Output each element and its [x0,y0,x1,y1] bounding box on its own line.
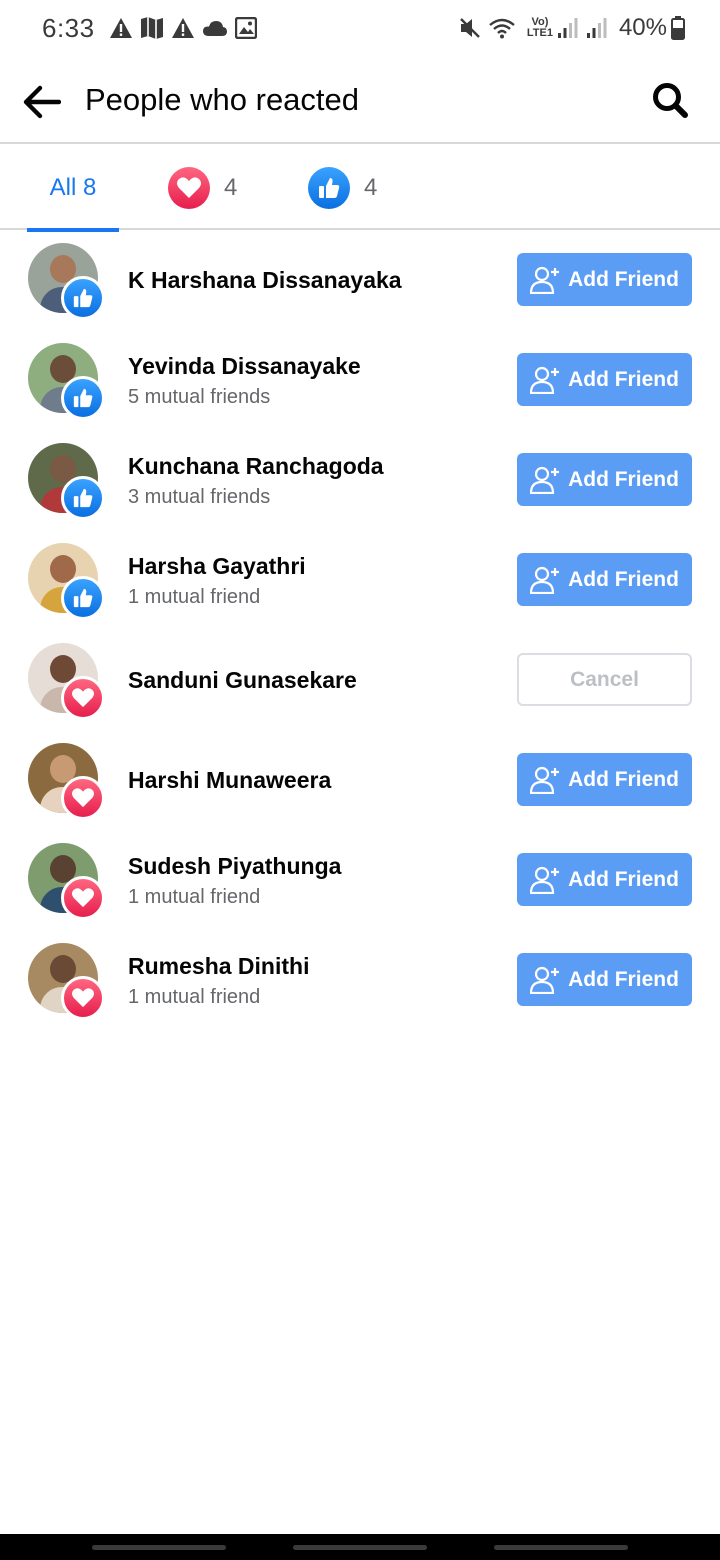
add-friend-icon [530,366,560,394]
image-icon [234,17,257,39]
reactor-name[interactable]: Kunchana Ranchagoda [128,453,384,480]
add-friend-button[interactable]: Add Friend [517,753,692,806]
back-button[interactable] [20,80,64,124]
add-friend-button[interactable]: Add Friend [517,553,692,606]
home-handle[interactable] [293,1545,427,1550]
love-reaction-icon [168,167,210,209]
page-title: People who reacted [85,82,360,117]
mutual-friends: 1 mutual friend [128,586,261,608]
app-header: People who reacted [0,56,720,144]
love-badge-icon [61,776,105,820]
signal-icon [557,17,579,39]
warning-icon [109,17,133,39]
love-badge-icon [61,676,105,720]
reactor-name[interactable]: Harshi Munaweera [128,767,331,794]
list-item[interactable]: Harsha Gayathri 1 mutual friend Add Frie… [0,530,720,630]
add-friend-button[interactable]: Add Friend [517,453,692,506]
reactor-list: K Harshana Dissanayaka Add Friend Yevind… [0,230,720,1030]
reactor-name[interactable]: Sudesh Piyathunga [128,853,341,880]
wifi-icon [488,17,516,39]
like-badge-icon [61,576,105,620]
cancel-request-button[interactable]: Cancel [517,653,692,706]
list-item[interactable]: Rumesha Dinithi 1 mutual friend Add Frie… [0,930,720,1030]
volte-indicator: Vo) LTE1 [527,17,553,39]
tab-like[interactable]: 4 [308,146,377,230]
like-reaction-icon [308,167,350,209]
list-item[interactable]: Yevinda Dissanayake 5 mutual friends Add… [0,330,720,430]
add-friend-icon [530,966,560,994]
add-friend-icon [530,566,560,594]
mutual-friends: 3 mutual friends [128,486,271,508]
add-friend-label: Add Friend [568,767,679,791]
reactor-name[interactable]: Rumesha Dinithi [128,953,309,980]
reactor-name[interactable]: Sanduni Gunasekare [128,667,357,694]
battery-icon [671,16,685,40]
add-friend-label: Add Friend [568,467,679,491]
tab-all[interactable]: All 8 [27,146,119,232]
mute-icon [459,17,481,39]
add-friend-button[interactable]: Add Friend [517,353,692,406]
status-bar: 6:33 Vo) LTE1 40% [0,0,720,56]
like-badge-icon [61,276,105,320]
system-nav-bar [0,1534,720,1560]
love-badge-icon [61,876,105,920]
add-friend-icon [530,866,560,894]
add-friend-label: Add Friend [568,867,679,891]
lte-label: LTE1 [526,27,553,39]
signal-icon [586,17,608,39]
like-badge-icon [61,476,105,520]
love-badge-icon [61,976,105,1020]
add-friend-button[interactable]: Add Friend [517,953,692,1006]
mutual-friends: 5 mutual friends [128,386,271,408]
status-time: 6:33 [42,12,95,43]
reactions-screen: 6:33 Vo) LTE1 40% People who reacted All… [0,0,720,1560]
tab-like-count: 4 [364,174,378,201]
back-handle[interactable] [494,1545,628,1550]
add-friend-icon [530,466,560,494]
add-friend-label: Add Friend [568,567,679,591]
arrow-left-icon [23,85,61,119]
add-friend-button[interactable]: Add Friend [517,853,692,906]
reactor-name[interactable]: K Harshana Dissanayaka [128,267,402,294]
list-item[interactable]: Sudesh Piyathunga 1 mutual friend Add Fr… [0,830,720,930]
mutual-friends: 1 mutual friend [128,886,261,908]
add-friend-label: Add Friend [568,267,679,291]
maps-icon [140,17,164,39]
reactor-name[interactable]: Yevinda Dissanayake [128,353,361,380]
add-friend-button[interactable]: Add Friend [517,253,692,306]
reaction-tabs: All 8 4 4 [0,146,720,232]
list-item[interactable]: Kunchana Ranchagoda 3 mutual friends Add… [0,430,720,530]
add-friend-label: Add Friend [568,967,679,991]
search-button[interactable] [648,78,692,122]
warning-icon [171,17,195,39]
tab-love-count: 4 [224,174,238,201]
recents-handle[interactable] [92,1545,226,1550]
add-friend-label: Add Friend [568,367,679,391]
add-friend-icon [530,766,560,794]
tab-all-label: All 8 [49,174,97,201]
search-icon [653,83,688,118]
list-item[interactable]: Harshi Munaweera Add Friend [0,730,720,830]
like-badge-icon [61,376,105,420]
cloud-icon [202,19,228,37]
list-item[interactable]: K Harshana Dissanayaka Add Friend [0,230,720,330]
tab-love[interactable]: 4 [168,146,237,230]
add-friend-icon [530,266,560,294]
reactor-name[interactable]: Harsha Gayathri [128,553,306,580]
battery-level: 40% [618,14,667,41]
cancel-label: Cancel [570,667,639,691]
mutual-friends: 1 mutual friend [128,986,261,1008]
list-item[interactable]: Sanduni Gunasekare Cancel [0,630,720,730]
